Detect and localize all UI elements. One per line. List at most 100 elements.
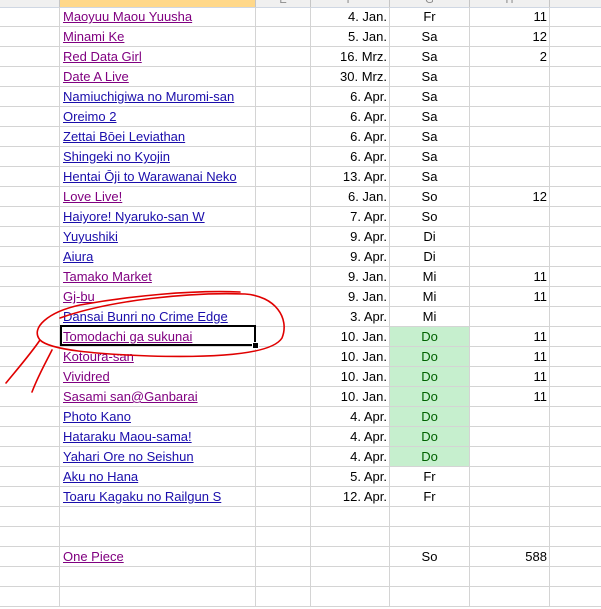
- cell-date[interactable]: 5. Apr.: [311, 467, 390, 487]
- title-hyperlink[interactable]: Kotoura-san: [60, 349, 134, 364]
- column-header[interactable]: [60, 0, 256, 7]
- cell-empty[interactable]: [256, 247, 311, 267]
- cell-date[interactable]: 6. Apr.: [311, 147, 390, 167]
- cell-empty[interactable]: [0, 47, 60, 67]
- cell-empty[interactable]: [550, 567, 601, 587]
- cell-title[interactable]: Gj-bu: [60, 287, 256, 307]
- cell-empty[interactable]: [0, 547, 60, 567]
- cell-empty[interactable]: [0, 167, 60, 187]
- cell-empty[interactable]: [256, 167, 311, 187]
- cell-episode-count[interactable]: 588: [470, 547, 550, 567]
- cell-weekday[interactable]: Di: [390, 247, 470, 267]
- cell-episode-count[interactable]: 12: [470, 27, 550, 47]
- title-hyperlink[interactable]: Namiuchigiwa no Muromi-san: [60, 89, 234, 104]
- cell-empty[interactable]: [256, 107, 311, 127]
- cell-title[interactable]: Photo Kano: [60, 407, 256, 427]
- cell-title[interactable]: Hataraku Maou-sama!: [60, 427, 256, 447]
- cell-empty[interactable]: [256, 287, 311, 307]
- column-header[interactable]: E: [256, 0, 311, 7]
- cell-title[interactable]: Aku no Hana: [60, 467, 256, 487]
- cell-empty[interactable]: [550, 267, 601, 287]
- cell-title[interactable]: Love Live!: [60, 187, 256, 207]
- cell-empty[interactable]: [0, 427, 60, 447]
- cell-date[interactable]: 9. Jan.: [311, 287, 390, 307]
- cell-date[interactable]: 5. Jan.: [311, 27, 390, 47]
- cell-title[interactable]: Minami Ke: [60, 27, 256, 47]
- cell-date[interactable]: 7. Apr.: [311, 207, 390, 227]
- cell-empty[interactable]: [256, 507, 311, 527]
- cell-title[interactable]: Oreimo 2: [60, 107, 256, 127]
- cell-date[interactable]: 10. Jan.: [311, 347, 390, 367]
- cell-empty[interactable]: [256, 87, 311, 107]
- cell-date[interactable]: [311, 527, 390, 547]
- cell-empty[interactable]: [256, 387, 311, 407]
- cell-empty[interactable]: [0, 7, 60, 27]
- cell-weekday[interactable]: [390, 567, 470, 587]
- cell-weekday[interactable]: So: [390, 187, 470, 207]
- cell-empty[interactable]: [550, 7, 601, 27]
- title-hyperlink[interactable]: Haiyore! Nyaruko-san W: [60, 209, 205, 224]
- cell-title[interactable]: Vividred: [60, 367, 256, 387]
- cell-date[interactable]: 6. Apr.: [311, 107, 390, 127]
- cell-episode-count[interactable]: [470, 147, 550, 167]
- cell-empty[interactable]: [550, 287, 601, 307]
- cell-weekday[interactable]: Sa: [390, 147, 470, 167]
- cell-empty[interactable]: [0, 227, 60, 247]
- cell-empty[interactable]: [550, 307, 601, 327]
- cell-weekday[interactable]: Fr: [390, 7, 470, 27]
- cell-empty[interactable]: [550, 67, 601, 87]
- cell-title[interactable]: Haiyore! Nyaruko-san W: [60, 207, 256, 227]
- cell-empty[interactable]: [0, 107, 60, 127]
- cell-title[interactable]: Toaru Kagaku no Railgun S: [60, 487, 256, 507]
- cell-empty[interactable]: [550, 247, 601, 267]
- cell-weekday[interactable]: Fr: [390, 467, 470, 487]
- cell-title[interactable]: [60, 567, 256, 587]
- cell-title[interactable]: Shingeki no Kyojin: [60, 147, 256, 167]
- cell-empty[interactable]: [256, 27, 311, 47]
- cell-empty[interactable]: [0, 67, 60, 87]
- cell-empty[interactable]: [256, 407, 311, 427]
- cell-episode-count[interactable]: 12: [470, 187, 550, 207]
- cell-empty[interactable]: [0, 387, 60, 407]
- column-header[interactable]: G: [390, 0, 470, 7]
- title-hyperlink[interactable]: Oreimo 2: [60, 109, 116, 124]
- cell-empty[interactable]: [550, 167, 601, 187]
- cell-empty[interactable]: [256, 187, 311, 207]
- cell-date[interactable]: 4. Apr.: [311, 427, 390, 447]
- cell-title[interactable]: Hentai Ōji to Warawanai Neko: [60, 167, 256, 187]
- cell-title[interactable]: [60, 507, 256, 527]
- cell-weekday[interactable]: [390, 507, 470, 527]
- cell-episode-count[interactable]: 11: [470, 287, 550, 307]
- cell-date[interactable]: 9. Apr.: [311, 247, 390, 267]
- cell-episode-count[interactable]: [470, 447, 550, 467]
- active-cell-selection[interactable]: [60, 325, 256, 346]
- cell-empty[interactable]: [0, 287, 60, 307]
- title-hyperlink[interactable]: Vividred: [60, 369, 110, 384]
- cell-episode-count[interactable]: [470, 507, 550, 527]
- cell-weekday[interactable]: Do: [390, 347, 470, 367]
- title-hyperlink[interactable]: Zettai Bōei Leviathan: [60, 129, 185, 144]
- cell-weekday[interactable]: Sa: [390, 47, 470, 67]
- cell-empty[interactable]: [550, 327, 601, 347]
- cell-empty[interactable]: [0, 527, 60, 547]
- cell-empty[interactable]: [256, 547, 311, 567]
- cell-title[interactable]: Tamako Market: [60, 267, 256, 287]
- cell-date[interactable]: 9. Apr.: [311, 227, 390, 247]
- cell-weekday[interactable]: Sa: [390, 67, 470, 87]
- cell-date[interactable]: 12. Apr.: [311, 487, 390, 507]
- cell-empty[interactable]: [0, 207, 60, 227]
- cell-empty[interactable]: [0, 187, 60, 207]
- cell-empty[interactable]: [256, 367, 311, 387]
- cell-episode-count[interactable]: 11: [470, 267, 550, 287]
- cell-empty[interactable]: [550, 487, 601, 507]
- cell-episode-count[interactable]: [470, 307, 550, 327]
- cell-date[interactable]: 30. Mrz.: [311, 67, 390, 87]
- cell-empty[interactable]: [0, 367, 60, 387]
- title-hyperlink[interactable]: One Piece: [60, 549, 124, 564]
- cell-episode-count[interactable]: [470, 227, 550, 247]
- title-hyperlink[interactable]: Gj-bu: [60, 289, 95, 304]
- cell-weekday[interactable]: Do: [390, 327, 470, 347]
- cell-title[interactable]: Aiura: [60, 247, 256, 267]
- cell-empty[interactable]: [0, 567, 60, 587]
- cell-empty[interactable]: [550, 127, 601, 147]
